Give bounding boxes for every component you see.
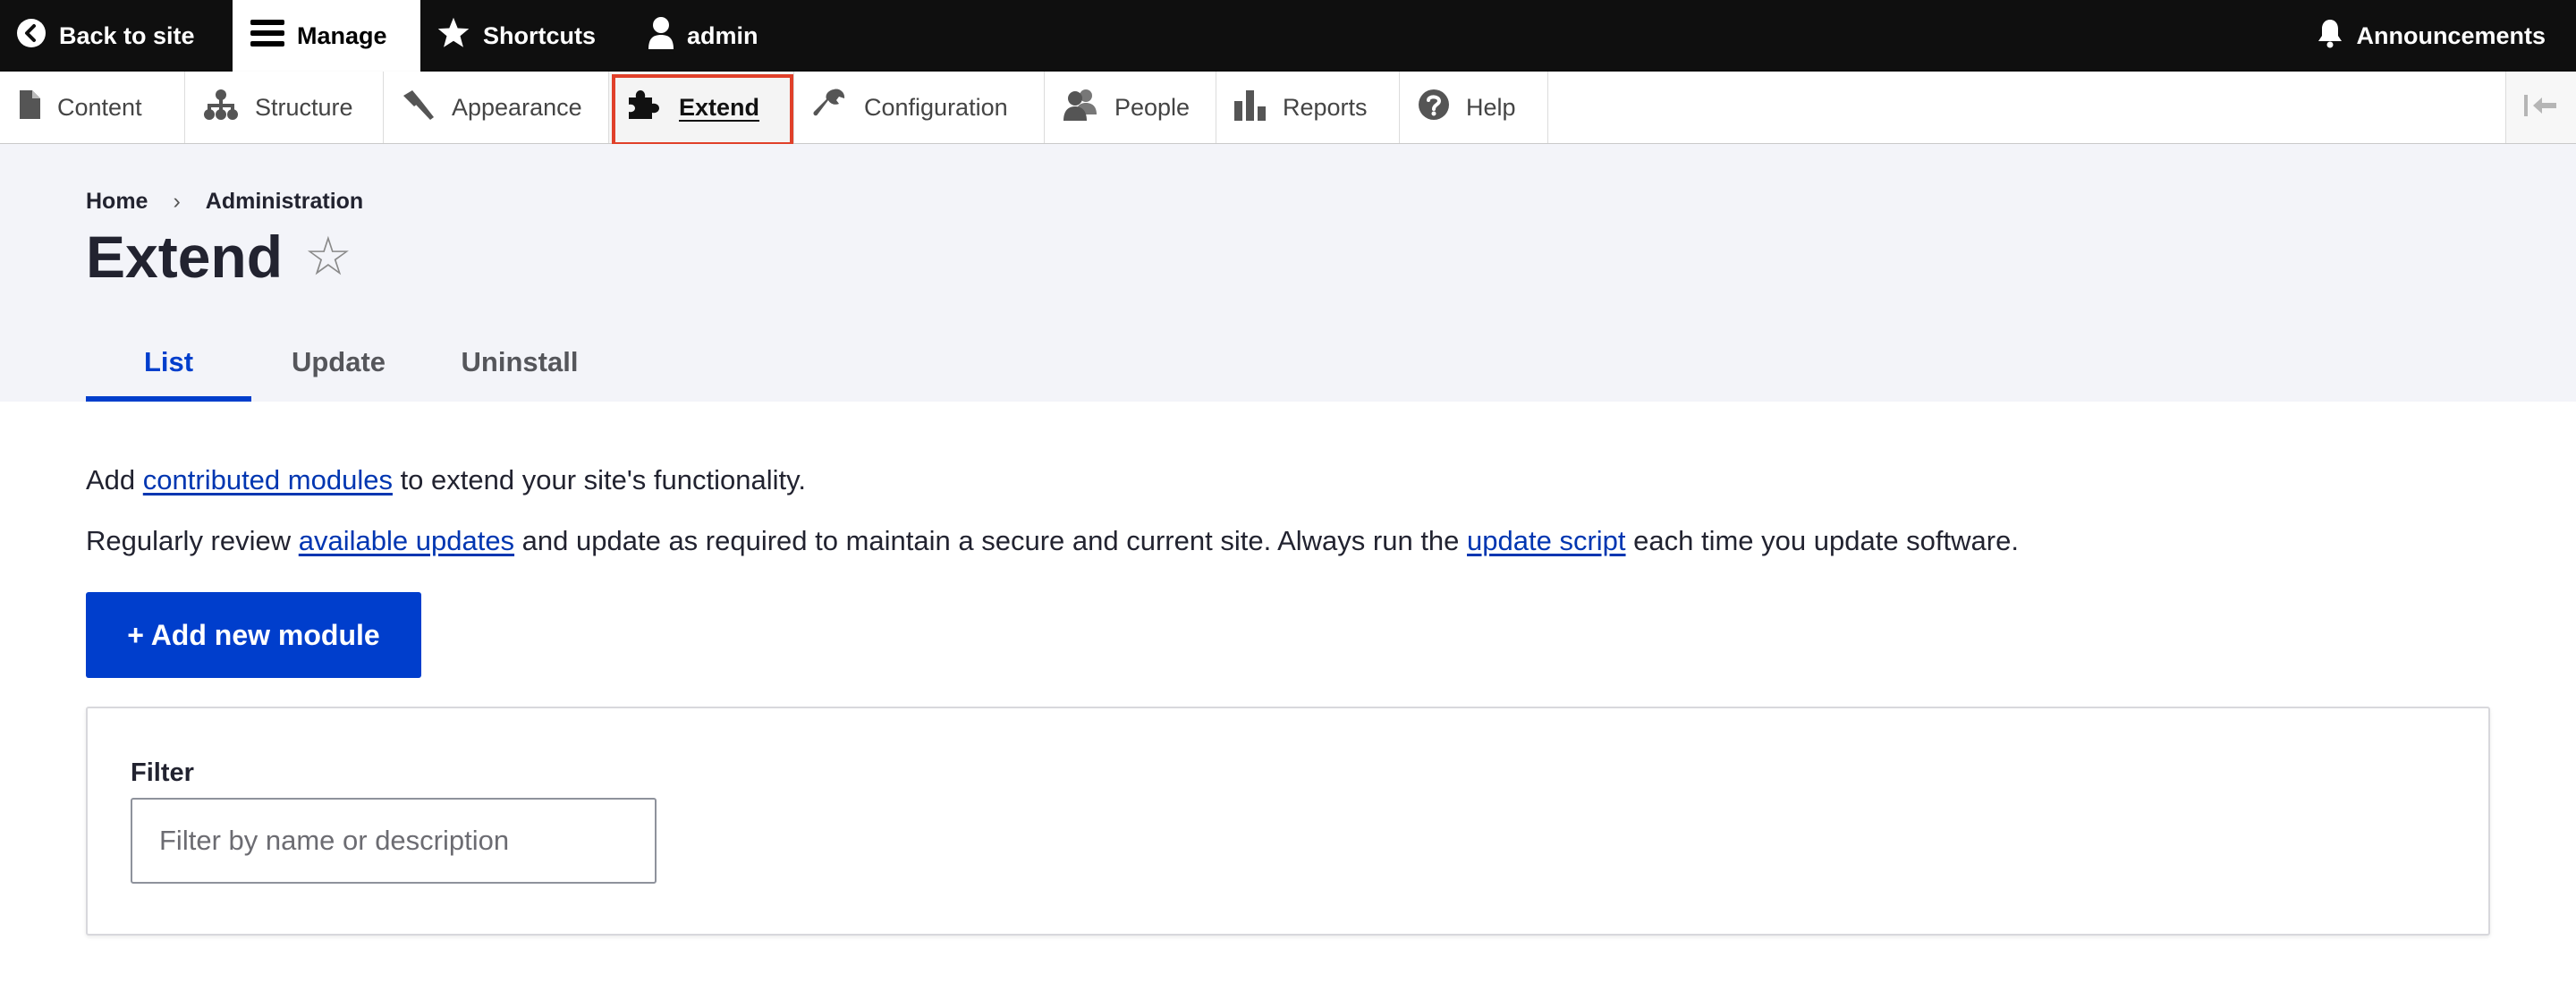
announcements-label: Announcements <box>2356 21 2546 49</box>
tab-update[interactable]: Update <box>251 323 426 402</box>
tray-item-label: Appearance <box>452 93 582 121</box>
available-updates-link[interactable]: available updates <box>299 525 514 556</box>
breadcrumb: Home › Administration <box>86 189 363 215</box>
tray-item-people[interactable]: People <box>1045 72 1216 143</box>
page-title: Extend <box>86 224 284 290</box>
tray-item-label: Configuration <box>864 93 1008 121</box>
tray-item-label: Structure <box>255 93 353 121</box>
admin-menu-tray: Content Structure Appearance Extend Conf… <box>0 72 2576 144</box>
page-header: Home › Administration Extend ☆ List Upda… <box>0 144 2576 402</box>
shortcuts-tab[interactable]: Shortcuts <box>436 0 596 72</box>
filter-label: Filter <box>131 758 194 787</box>
intro-text-before: Add <box>86 464 143 496</box>
manage-tab[interactable]: Manage <box>233 0 420 72</box>
star-icon <box>436 17 470 55</box>
tray-item-label: Reports <box>1283 93 1368 121</box>
puzzle-icon <box>627 89 663 127</box>
tab-list[interactable]: List <box>86 323 251 402</box>
updates-paragraph: Regularly review available updates and u… <box>86 525 2019 557</box>
breadcrumb-separator: › <box>173 189 181 214</box>
update-script-link[interactable]: update script <box>1467 525 1626 556</box>
user-tab[interactable]: admin <box>648 0 758 72</box>
people-icon <box>1063 88 1098 128</box>
intro-text-after: to extend your site's functionality. <box>392 464 806 496</box>
filter-panel: Filter <box>86 707 2490 936</box>
updates-text-middle: and update as required to maintain a sec… <box>514 525 1468 556</box>
back-to-site-label: Back to site <box>59 21 195 49</box>
manage-label: Manage <box>297 21 387 49</box>
tray-item-structure[interactable]: Structure <box>185 72 384 143</box>
tray-item-content[interactable]: Content <box>0 72 185 143</box>
updates-text-after: each time you update software. <box>1625 525 2019 556</box>
help-icon <box>1418 89 1450 127</box>
hamburger-icon <box>250 18 284 55</box>
paintbrush-icon <box>402 89 436 127</box>
tab-uninstall[interactable]: Uninstall <box>426 323 614 402</box>
document-icon <box>18 89 41 126</box>
sitemap-icon <box>203 89 239 127</box>
user-label: admin <box>687 21 758 49</box>
breadcrumb-home-link[interactable]: Home <box>86 189 148 215</box>
tray-item-label: Help <box>1466 93 1516 121</box>
tray-item-help[interactable]: Help <box>1400 72 1548 143</box>
bar-chart-icon <box>1234 89 1267 127</box>
back-to-site-link[interactable]: Back to site <box>16 0 195 72</box>
tray-item-configuration[interactable]: Configuration <box>794 72 1045 143</box>
tray-item-appearance[interactable]: Appearance <box>384 72 609 143</box>
bell-icon <box>2317 18 2343 55</box>
collapse-left-icon <box>2524 93 2558 123</box>
page-title-row: Extend ☆ <box>86 223 352 291</box>
user-icon <box>648 16 674 56</box>
chevron-left-circle-icon <box>16 18 47 55</box>
add-new-module-button[interactable]: + Add new module <box>86 592 421 678</box>
tray-orientation-toggle[interactable] <box>2505 72 2576 143</box>
add-to-shortcuts-star-icon[interactable]: ☆ <box>304 230 352 284</box>
updates-text-before: Regularly review <box>86 525 299 556</box>
tray-item-label: Extend <box>679 93 760 121</box>
wrench-icon <box>812 88 848 128</box>
filter-input[interactable] <box>131 798 657 884</box>
admin-toolbar: Back to site Manage Shortcuts admin Anno… <box>0 0 2576 72</box>
shortcuts-label: Shortcuts <box>483 21 597 49</box>
breadcrumb-administration-link[interactable]: Administration <box>206 189 363 215</box>
tray-item-label: People <box>1114 93 1191 121</box>
tray-item-label: Content <box>57 93 142 121</box>
intro-paragraph: Add contributed modules to extend your s… <box>86 464 806 496</box>
contributed-modules-link[interactable]: contributed modules <box>143 464 393 496</box>
tray-item-extend[interactable]: Extend <box>609 72 794 143</box>
announcements-tab[interactable]: Announcements <box>2317 0 2546 72</box>
tray-item-reports[interactable]: Reports <box>1216 72 1400 143</box>
